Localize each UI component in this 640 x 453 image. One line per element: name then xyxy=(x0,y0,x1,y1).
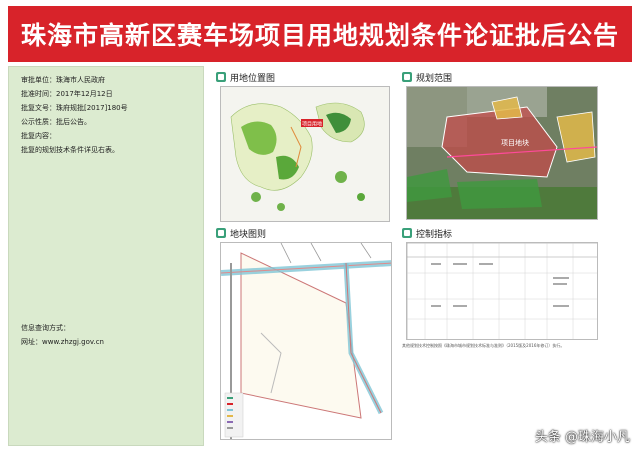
section-parcel-map: 地块图则 xyxy=(216,226,396,442)
section-control-indicators: 控制指标 xyxy=(402,226,602,442)
info-approver: 审批单位：珠海市人民政府 xyxy=(21,76,105,84)
title-banner: 珠海市高新区赛车场项目用地规划条件论证批后公告 xyxy=(8,6,632,62)
section-marker-icon xyxy=(216,228,226,238)
parcel-map-header: 地块图则 xyxy=(216,226,266,240)
page-title: 珠海市高新区赛车场项目用地规划条件论证批后公告 xyxy=(20,21,619,50)
control-indicators-header: 控制指标 xyxy=(402,226,452,240)
website-link[interactable]: www.zhzgj.gov.cn xyxy=(42,338,104,346)
table-footnote: 其他规划技术控制按照《珠海市城市规划技术标准与准则》（2015版及2016年修订… xyxy=(402,343,565,348)
section-marker-icon xyxy=(402,228,412,238)
section-marker-icon xyxy=(216,72,226,82)
scope-label: 项目地块 xyxy=(501,138,529,147)
info-publication-type: 公示性质：批后公告。 xyxy=(21,118,91,126)
info-panel: 审批单位：珠海市人民政府 批准时间：2017年12月12日 批复文号：珠府规批[… xyxy=(8,66,204,446)
watermark: 头条 @珠海小凡 xyxy=(534,430,630,445)
info-approval-date: 批准时间：2017年12月12日 xyxy=(21,90,113,98)
parcel-map-image xyxy=(220,242,392,440)
location-map-image: 项目用地 xyxy=(220,86,390,222)
plan-scope-aerial-image: 项目地块 xyxy=(406,86,598,220)
control-indicators-table xyxy=(406,242,598,340)
location-marker-label: 项目用地 xyxy=(302,121,322,128)
section-marker-icon xyxy=(402,72,412,82)
info-document-number: 批复文号：珠府规批[2017]180号 xyxy=(21,104,128,112)
info-approval-content: 批复内容： xyxy=(21,132,56,140)
info-approval-detail: 批复的规划技术条件详见右表。 xyxy=(21,146,119,154)
location-map-header: 用地位置图 xyxy=(216,70,275,84)
section-plan-scope: 规划范围 项目地块 xyxy=(402,70,602,222)
contact-website: 网址：www.zhzgj.gov.cn xyxy=(21,338,104,346)
plan-scope-header: 规划范围 xyxy=(402,70,452,84)
section-location-map: 用地位置图 项目用地 xyxy=(216,70,396,222)
contact-heading: 信息查询方式： xyxy=(21,324,70,332)
announcement-poster: 珠海市高新区赛车场项目用地规划条件论证批后公告 审批单位：珠海市人民政府 批准时… xyxy=(0,0,640,453)
